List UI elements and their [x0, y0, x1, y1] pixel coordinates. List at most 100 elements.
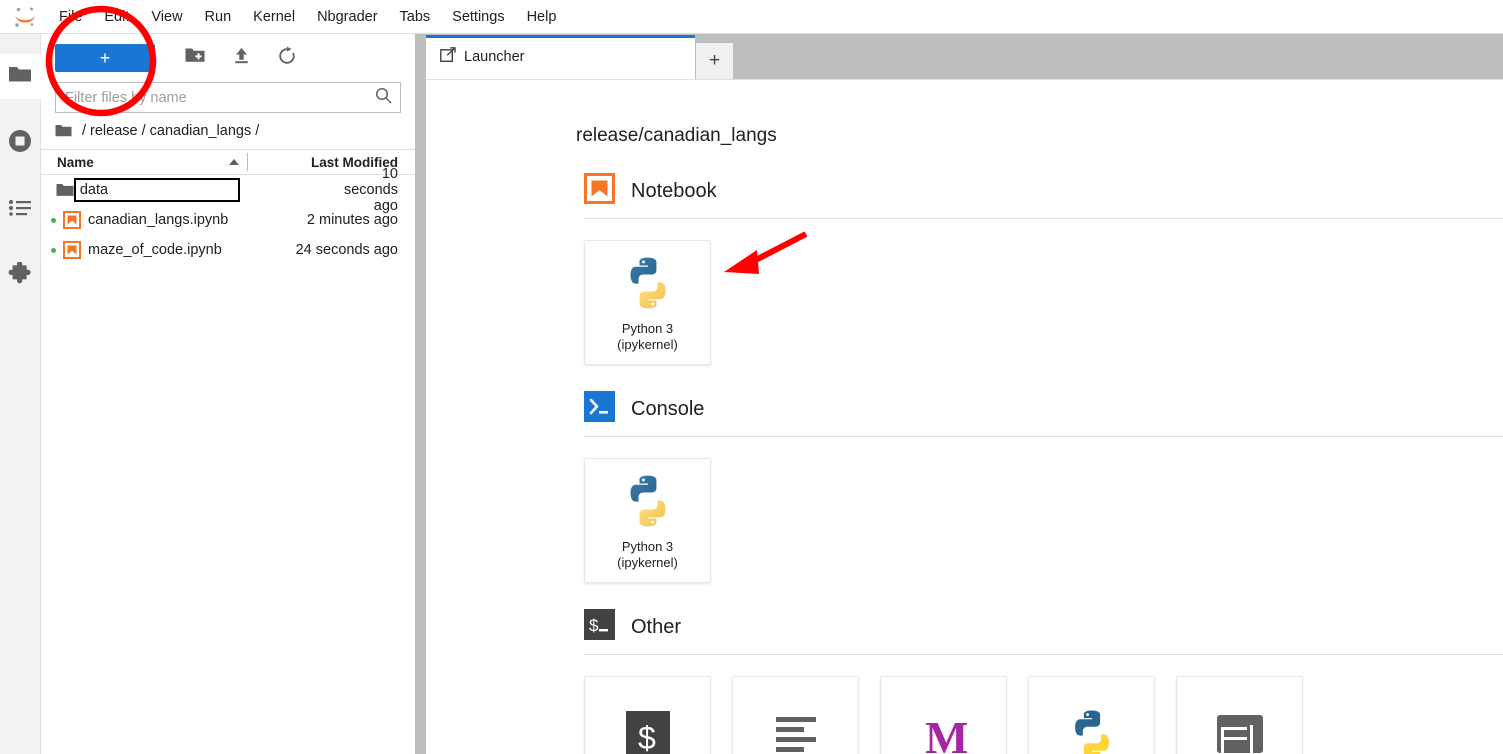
section-title-console: Console	[631, 397, 705, 420]
search-input[interactable]	[65, 89, 375, 106]
upload-button[interactable]	[223, 42, 259, 74]
filter-files-field[interactable]	[55, 82, 401, 113]
section-title-other: Other	[631, 615, 682, 638]
launcher-section-notebook: Notebook Python 3 (ipykernel)	[426, 173, 1503, 365]
sort-ascending-icon	[229, 159, 239, 165]
section-cards-console: Python 3 (ipykernel)	[584, 437, 1503, 583]
python-file-icon	[1064, 705, 1120, 754]
card-label-line2: (ipykernel)	[617, 554, 678, 570]
menu-bar: File Edit View Run Kernel Nbgrader Tabs …	[0, 0, 1503, 34]
breadcrumb-sep-2: /	[255, 123, 260, 139]
card-label-line2: (ipykernel)	[617, 336, 678, 352]
menu-settings[interactable]: Settings	[441, 5, 515, 29]
column-header-name[interactable]: Name	[41, 150, 247, 174]
launcher-section-console: Console Python 3 (ipykernel)	[426, 391, 1503, 583]
launcher-section-other: $ Other $ M	[426, 609, 1503, 754]
running-kernel-dot	[50, 217, 56, 223]
sidebar-item-table-of-contents[interactable]	[0, 188, 41, 233]
breadcrumb-root-folder-icon[interactable]	[55, 124, 72, 138]
new-tab-button[interactable]: +	[696, 43, 733, 79]
launcher-panel: release/canadian_langs Notebook Python 3…	[426, 79, 1503, 754]
menu-kernel[interactable]: Kernel	[242, 5, 306, 29]
file-name-canadian-langs[interactable]: canadian_langs.ipynb	[84, 212, 295, 228]
svg-text:M: M	[925, 712, 968, 754]
search-icon	[375, 87, 392, 109]
terminal-icon: $	[584, 609, 615, 645]
card-label-line1: Python 3	[621, 320, 674, 336]
launcher-path-title: release/canadian_langs	[576, 125, 777, 146]
puzzle-piece-icon	[7, 261, 33, 293]
menu-items: File Edit View Run Kernel Nbgrader Tabs …	[48, 5, 567, 29]
svg-text:$: $	[638, 720, 656, 754]
file-browser-panel: + Filter files by name / release / canad…	[41, 34, 415, 754]
file-name-data[interactable]: data	[73, 178, 240, 202]
menu-view[interactable]: View	[140, 5, 193, 29]
section-cards-notebook: Python 3 (ipykernel)	[584, 219, 1503, 365]
card-label-line1: Python 3	[621, 538, 674, 554]
console-icon	[584, 391, 615, 427]
markdown-icon: M	[916, 705, 972, 754]
other-terminal-card[interactable]: $	[584, 676, 711, 754]
menu-help[interactable]: Help	[516, 5, 568, 29]
card-label: Python 3 (ipykernel)	[617, 321, 678, 353]
file-modified-canadian-langs: 2 minutes ago	[306, 212, 398, 228]
sidebar-rail	[0, 34, 41, 754]
menu-run[interactable]: Run	[194, 5, 243, 29]
card-label: Python 3 (ipykernel)	[617, 539, 678, 571]
tab-bar: Launcher +	[426, 34, 1503, 79]
other-contextual-help-card[interactable]	[1176, 676, 1303, 754]
launcher-icon	[440, 47, 456, 67]
table-row[interactable]: data 10 seconds ago	[41, 166, 415, 214]
contextual-help-icon	[1212, 705, 1268, 754]
file-list: data 10 seconds ago canadian_langs.ipynb…	[41, 166, 415, 265]
breadcrumb-item-release[interactable]: release	[90, 123, 138, 139]
section-header-notebook: Notebook	[584, 173, 1503, 218]
other-markdown-card[interactable]: M	[880, 676, 1007, 754]
notebook-icon	[60, 241, 84, 259]
other-python-file-card[interactable]	[1028, 676, 1155, 754]
running-indicator-slot	[46, 217, 60, 223]
menu-nbgrader[interactable]: Nbgrader	[306, 5, 388, 29]
terminal-icon: $	[620, 705, 676, 754]
refresh-icon	[277, 46, 297, 71]
folder-icon	[56, 183, 74, 198]
folder-icon	[8, 64, 32, 89]
python-logo-icon	[619, 253, 677, 313]
new-folder-button[interactable]	[177, 42, 213, 74]
svg-text:$: $	[589, 616, 599, 635]
other-text-file-card[interactable]	[732, 676, 859, 754]
new-launcher-button[interactable]: +	[55, 44, 155, 72]
section-header-other: $ Other	[584, 609, 1503, 654]
running-kernel-dot	[50, 247, 56, 253]
refresh-button[interactable]	[269, 42, 305, 74]
notebook-icon	[584, 173, 615, 209]
section-header-console: Console	[584, 391, 1503, 436]
running-indicator-slot	[46, 247, 60, 253]
notebook-icon	[60, 211, 84, 229]
tab-launcher-label: Launcher	[464, 49, 525, 65]
main-area: Launcher + release/canadian_langs Notebo…	[426, 34, 1503, 754]
table-row[interactable]: maze_of_code.ipynb 24 seconds ago	[41, 235, 415, 265]
table-row[interactable]: canadian_langs.ipynb 2 minutes ago	[41, 205, 415, 235]
stop-circle-icon	[7, 128, 33, 159]
section-title-notebook: Notebook	[631, 179, 717, 202]
menu-tabs[interactable]: Tabs	[389, 5, 442, 29]
sidebar-item-file-browser[interactable]	[0, 54, 41, 99]
notebook-python3-card[interactable]: Python 3 (ipykernel)	[584, 240, 711, 365]
new-folder-icon	[185, 47, 205, 69]
file-name-maze-of-code[interactable]: maze_of_code.ipynb	[84, 242, 295, 258]
sidebar-item-extensions[interactable]	[0, 255, 41, 300]
menu-file[interactable]: File	[48, 5, 93, 29]
sidebar-item-running[interactable]	[0, 121, 41, 166]
python-logo-icon	[619, 471, 677, 531]
breadcrumb-item-canadian-langs[interactable]: canadian_langs	[150, 123, 252, 139]
tab-launcher[interactable]: Launcher	[426, 35, 696, 79]
breadcrumb-sep-1: /	[141, 123, 146, 139]
menu-edit[interactable]: Edit	[93, 5, 140, 29]
breadcrumb: / release / canadian_langs /	[41, 113, 415, 149]
list-icon	[8, 198, 32, 223]
column-header-name-label: Name	[57, 154, 94, 170]
jupyter-logo-icon	[10, 4, 40, 30]
panel-splitter[interactable]	[415, 34, 426, 754]
console-python3-card[interactable]: Python 3 (ipykernel)	[584, 458, 711, 583]
